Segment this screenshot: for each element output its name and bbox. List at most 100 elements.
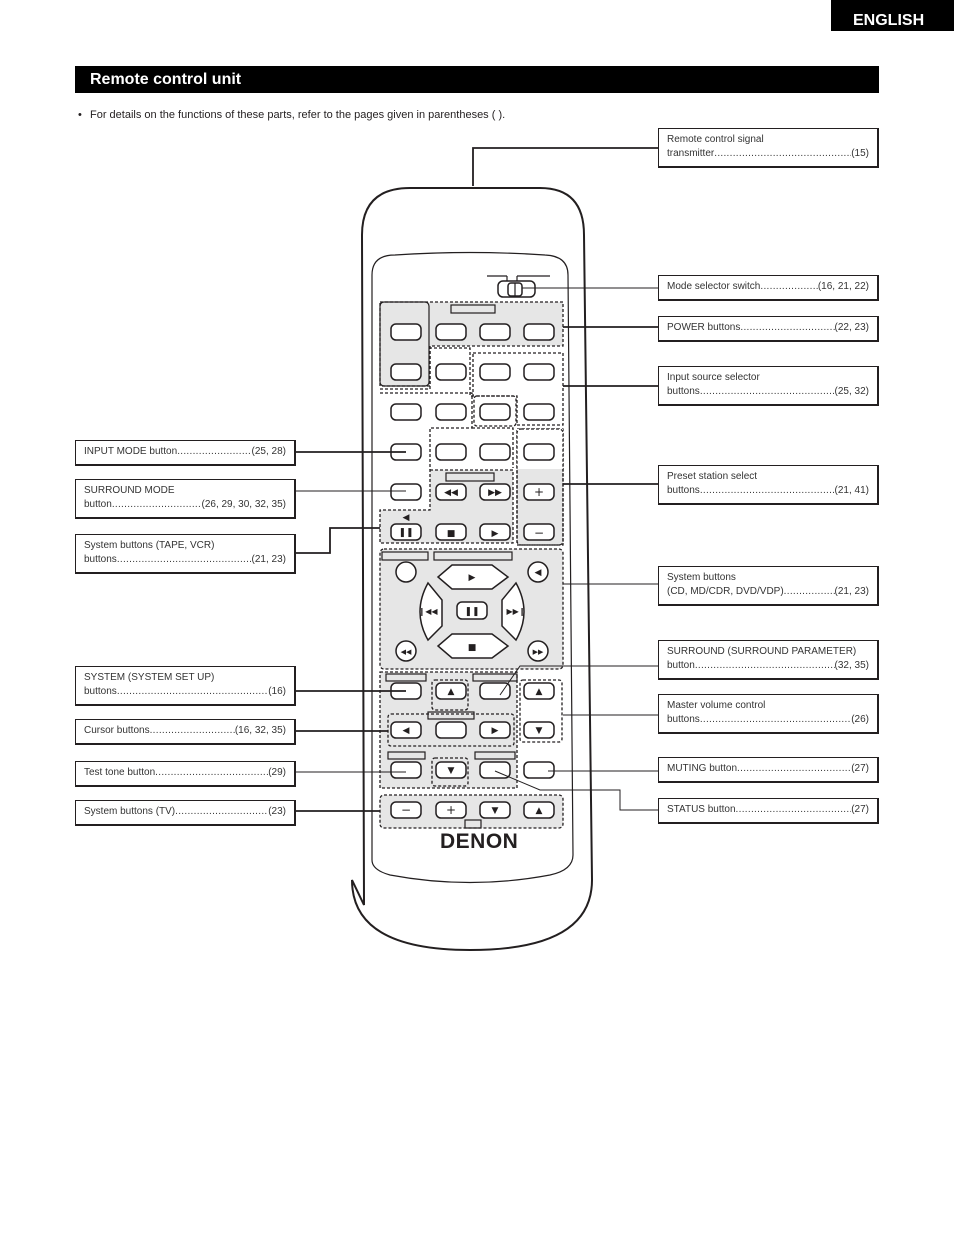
preset-minus-button[interactable]: −: [523, 523, 555, 541]
surround-parameter-button[interactable]: [479, 682, 511, 700]
cursor-up-button[interactable]: ▲: [435, 682, 467, 700]
tv-minus-button[interactable]: −: [390, 801, 422, 819]
cd-round-button[interactable]: [395, 561, 417, 583]
label-pages: (16): [268, 686, 286, 697]
label-name: POWER buttons: [667, 322, 741, 333]
label-pages: (26, 29, 30, 32, 35): [201, 499, 286, 510]
cursor-enter-button[interactable]: [435, 721, 467, 739]
label-system-buttons-cd: System buttons (CD, MD/CDR, DVD/VDP) (21,…: [658, 566, 879, 606]
label-surround-parameter: SURROUND (SURROUND PARAMETER) button (32,…: [658, 640, 879, 680]
label-master-volume: Master volume control buttons (26): [658, 694, 879, 734]
button-r3-2[interactable]: [435, 403, 467, 421]
cursor-down-button[interactable]: ▼: [435, 761, 467, 779]
svg-text:◀◀: ◀◀: [444, 488, 458, 498]
button-r3-3[interactable]: [479, 403, 511, 421]
svg-text:−: −: [401, 803, 411, 817]
volume-down-button[interactable]: ▼: [523, 721, 555, 739]
label-power-buttons: POWER buttons (22, 23): [658, 316, 879, 342]
svg-text:◀: ◀: [535, 568, 542, 578]
svg-text:◀: ◀: [403, 726, 410, 736]
label-name: buttons: [667, 386, 700, 397]
svg-text:▶: ▶: [492, 529, 499, 539]
button-r4-3[interactable]: [479, 443, 511, 461]
cd-reverse-button[interactable]: ◀: [527, 561, 549, 583]
label-name: button: [667, 660, 695, 671]
svg-text:▶▶: ▶▶: [488, 488, 502, 498]
label-line1: System buttons: [667, 572, 736, 583]
cd-play-button[interactable]: ▶: [436, 564, 510, 590]
label-pages: (22, 23): [834, 322, 869, 333]
svg-text:❙◀◀: ❙◀◀: [418, 607, 438, 616]
label-pages: (23): [268, 806, 286, 817]
label-name: button: [84, 499, 112, 510]
cd-pause-button[interactable]: ❚❚: [456, 601, 488, 620]
cursor-left-button[interactable]: ◀: [390, 721, 422, 739]
button-r1-4[interactable]: [523, 323, 555, 341]
label-input-mode-button: INPUT MODE button (25, 28): [75, 440, 296, 466]
label-pages: (16, 32, 35): [234, 725, 286, 736]
label-line1: SURROUND MODE: [84, 485, 175, 496]
button-r2-2[interactable]: [435, 363, 467, 381]
label-pages: (16, 21, 22): [817, 281, 869, 292]
tape-fast-forward-button[interactable]: ▶▶: [479, 483, 511, 501]
remote-diagram: .ol { fill: #fff; stroke: #231f20; strok…: [295, 147, 658, 952]
label-name: STATUS button: [667, 804, 736, 815]
label-pages: (32, 35): [834, 660, 869, 671]
label-input-source-selector: Input source selector buttons (25, 32): [658, 366, 879, 406]
svg-text:▼: ▼: [492, 806, 499, 816]
svg-text:▶▶❙: ▶▶❙: [506, 607, 525, 616]
button-r3-1[interactable]: [390, 403, 422, 421]
cd-stop-button[interactable]: ■: [436, 633, 510, 659]
svg-text:−: −: [534, 526, 544, 540]
label-pages: (21, 23): [251, 554, 286, 565]
button-r2-1[interactable]: [390, 363, 422, 381]
cd-fast-forward-button[interactable]: ▶▶: [527, 640, 549, 662]
button-r1-3[interactable]: [479, 323, 511, 341]
cursor-right-button[interactable]: ▶: [479, 721, 511, 739]
tape-stop-button[interactable]: ■: [435, 523, 467, 541]
label-name: Cursor buttons: [84, 725, 150, 736]
volume-up-button[interactable]: ▲: [523, 682, 555, 700]
label-name: INPUT MODE button: [84, 446, 178, 457]
button-r4-4[interactable]: [523, 443, 555, 461]
tv-up-button[interactable]: ▲: [523, 801, 555, 819]
label-pages: (27): [851, 763, 869, 774]
preset-plus-button[interactable]: +: [523, 483, 555, 501]
label-preset-station-select: Preset station select buttons (21, 41): [658, 465, 879, 505]
tape-pause-button[interactable]: ❚❚: [390, 523, 422, 541]
button-r2-3[interactable]: [479, 363, 511, 381]
label-name: Mode selector switch: [667, 281, 761, 292]
surround-mode-button[interactable]: [390, 483, 422, 501]
button-r2-4[interactable]: [523, 363, 555, 381]
tape-rewind-button[interactable]: ◀◀: [435, 483, 467, 501]
tv-down-button[interactable]: ▼: [479, 801, 511, 819]
label-line1: System buttons (TAPE, VCR): [84, 540, 215, 551]
muting-button[interactable]: [523, 761, 555, 779]
svg-text:❚❚: ❚❚: [398, 528, 413, 538]
label-system-setup-buttons: SYSTEM (SYSTEM SET UP) buttons (16): [75, 666, 296, 706]
tv-plus-button[interactable]: +: [435, 801, 467, 819]
svg-text:▲: ▲: [536, 687, 543, 697]
label-name: buttons: [667, 485, 700, 496]
label-remote-signal-transmitter: Remote control signal transmitter (15): [658, 128, 879, 168]
svg-text:▶: ▶: [469, 573, 476, 583]
label-muting-button: MUTING button (27): [658, 757, 879, 783]
label-name: transmitter: [667, 148, 715, 159]
button-r4-2[interactable]: [435, 443, 467, 461]
label-line1: Remote control signal: [667, 134, 764, 145]
button-r1-2[interactable]: [435, 323, 467, 341]
label-name: MUTING button: [667, 763, 738, 774]
tape-play-button[interactable]: ▶: [479, 523, 511, 541]
label-name: Test tone button: [84, 767, 156, 778]
label-name: System buttons (TV): [84, 806, 176, 817]
svg-text:▶▶: ▶▶: [533, 648, 544, 656]
label-name: buttons: [84, 686, 117, 697]
svg-text:▼: ▼: [536, 726, 543, 736]
label-name: buttons: [667, 714, 700, 725]
label-mode-selector-switch: Mode selector switch (16, 21, 22): [658, 275, 879, 301]
button-r1-1[interactable]: [390, 323, 422, 341]
test-tone-button[interactable]: [390, 761, 422, 779]
cd-rewind-button[interactable]: ◀◀: [395, 640, 417, 662]
button-r3-4[interactable]: [523, 403, 555, 421]
label-status-button: STATUS button (27): [658, 798, 879, 824]
